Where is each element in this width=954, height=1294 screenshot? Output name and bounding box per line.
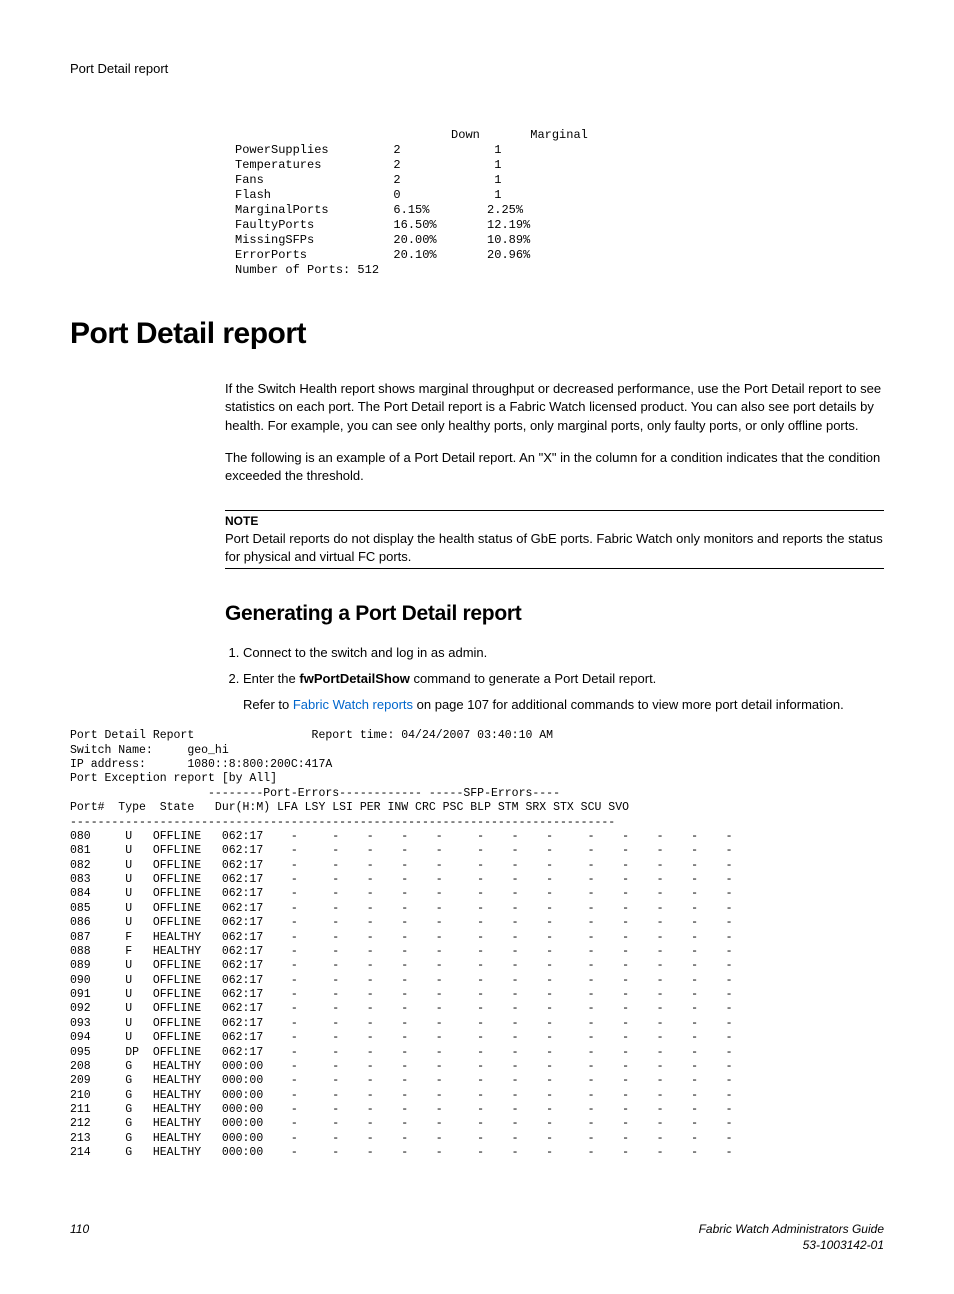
substep-text-b: on page 107 for additional commands to v… [413,697,844,712]
steps-list: Connect to the switch and log in as admi… [225,644,884,715]
port-detail-output: Port Detail Report Report time: 04/24/20… [70,729,884,1160]
running-header: Port Detail report [70,60,884,78]
page-footer: 110 Fabric Watch Administrators Guide 53… [70,1221,884,1255]
page-number: 110 [70,1221,89,1255]
step-2: Enter the fwPortDetailShow command to ge… [243,670,884,714]
step-2-text-b: command to generate a Port Detail report… [410,671,656,686]
note-block: NOTE Port Detail reports do not display … [225,510,884,569]
section-heading: Port Detail report [70,313,884,355]
subsection-heading: Generating a Port Detail report [225,599,884,628]
command-name: fwPortDetailShow [299,671,410,686]
note-text: Port Detail reports do not display the h… [225,530,884,566]
footer-doc-id: 53-1003142-01 [699,1237,884,1254]
substep-text-a: Refer to [243,697,293,712]
step-2-text-a: Enter the [243,671,299,686]
step-1: Connect to the switch and log in as admi… [243,644,884,662]
intro-paragraph-2: The following is an example of a Port De… [225,449,884,485]
intro-paragraph-1: If the Switch Health report shows margin… [225,380,884,435]
switch-health-table: Down Marginal PowerSupplies 2 1 Temperat… [235,128,884,278]
note-label: NOTE [225,513,884,530]
fabric-watch-link[interactable]: Fabric Watch reports [293,697,413,712]
step-2-substep: Refer to Fabric Watch reports on page 10… [243,696,884,714]
